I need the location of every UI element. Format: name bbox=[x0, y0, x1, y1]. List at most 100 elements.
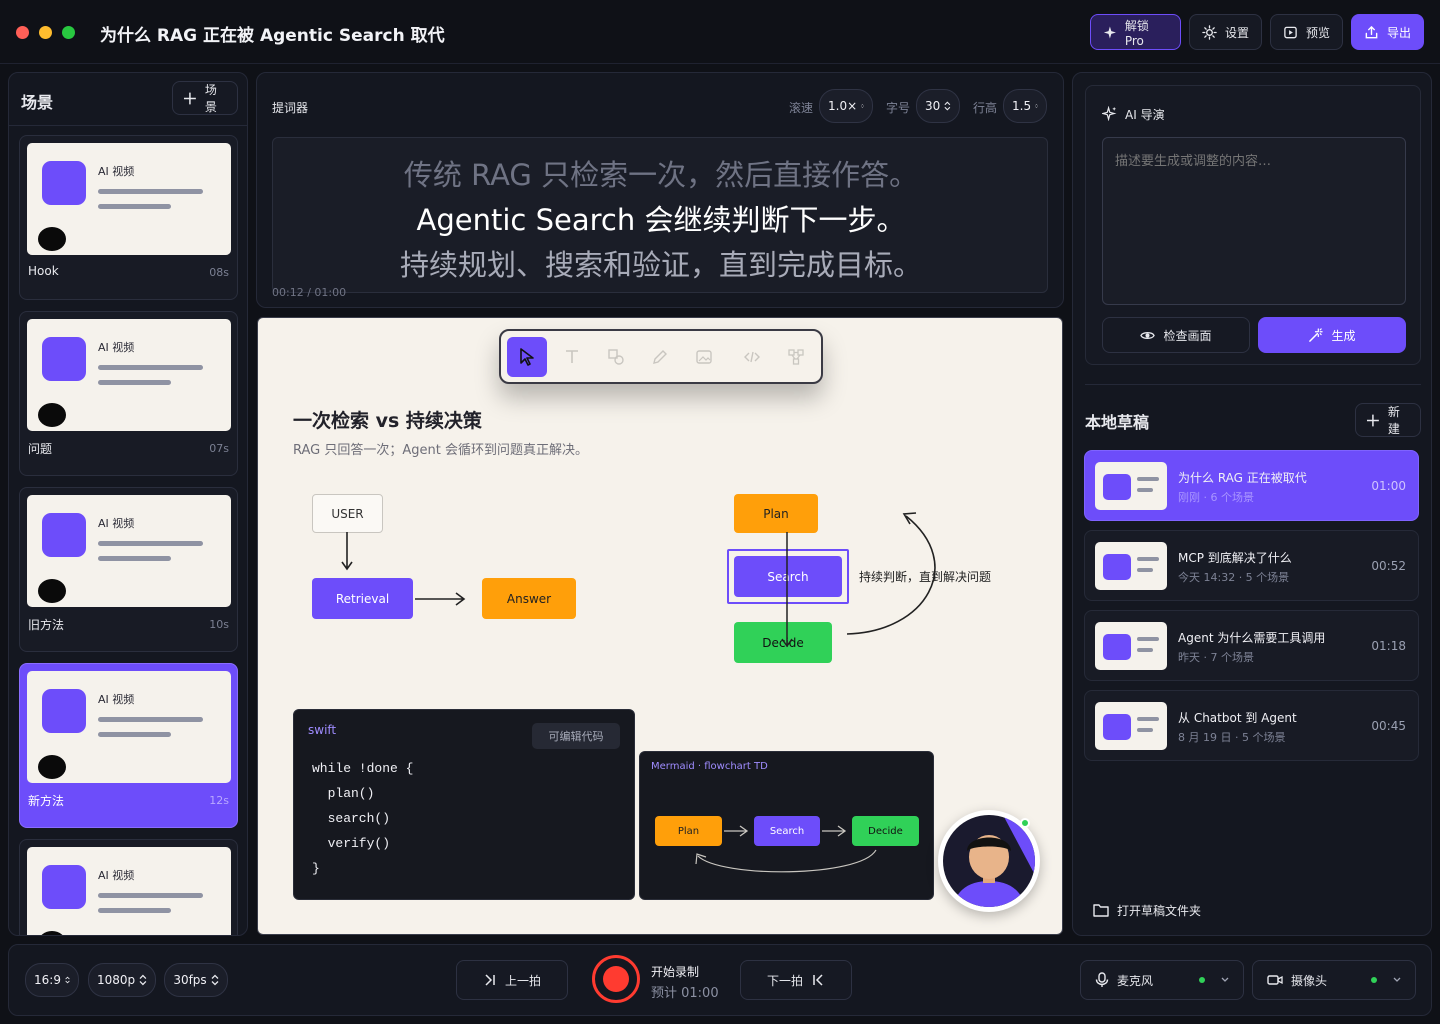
loop-arrow-icon bbox=[846, 512, 936, 635]
avatar bbox=[38, 755, 66, 779]
preview-label: 预览 bbox=[1306, 25, 1331, 40]
stepper-icon bbox=[1035, 104, 1038, 108]
minimize-window-button[interactable] bbox=[39, 26, 52, 39]
thumb-line bbox=[1137, 728, 1153, 732]
play-square-icon bbox=[1284, 26, 1297, 38]
scene-card-problem[interactable]: AI 视频 问题 07s bbox=[19, 311, 238, 476]
shapes-icon[interactable] bbox=[608, 349, 624, 365]
generate-button[interactable]: 生成 bbox=[1258, 317, 1406, 353]
slide-subheading[interactable]: RAG 只回答一次；Agent 会循环到问题真正解决。 bbox=[293, 439, 588, 458]
folder-icon[interactable] bbox=[1093, 903, 1109, 917]
arrow-right-icon bbox=[415, 592, 466, 606]
code-block[interactable]: swift 可编辑代码 while !done { plan() search(… bbox=[293, 709, 635, 900]
scene-card-hook[interactable]: AI 视频 Hook 08s bbox=[19, 135, 238, 300]
skip-back-icon bbox=[813, 974, 823, 986]
camera-status-dot bbox=[1371, 977, 1377, 983]
inspect-frame-label: 检查画面 bbox=[1163, 328, 1212, 343]
maximize-window-button[interactable] bbox=[62, 26, 75, 39]
draft-item[interactable]: Agent 为什么需要工具调用 昨天 · 7 个场景 01:18 bbox=[1084, 610, 1419, 681]
generate-label: 生成 bbox=[1331, 328, 1356, 343]
arrow-down-icon bbox=[341, 532, 353, 571]
unlock-pro-button[interactable]: 解锁 Pro bbox=[1090, 14, 1181, 50]
stepper-icon bbox=[139, 974, 147, 986]
preview-button[interactable]: 预览 bbox=[1270, 14, 1343, 50]
previous-beat-button[interactable]: 上一拍 bbox=[456, 960, 568, 1000]
scene-card-next[interactable]: AI 视频 bbox=[19, 839, 238, 935]
thumb-line bbox=[98, 556, 171, 561]
resolution-select[interactable]: 1080p bbox=[88, 963, 156, 997]
select-tool-button[interactable] bbox=[507, 337, 547, 377]
camera-select[interactable]: 摄像头 bbox=[1252, 960, 1416, 1000]
thumb-line bbox=[98, 908, 171, 913]
settings-button[interactable]: 设置 bbox=[1189, 14, 1262, 50]
diagram-icon[interactable] bbox=[788, 349, 804, 365]
ai-director-title: AI 导演 bbox=[1125, 108, 1165, 122]
thumb-label: AI 视频 bbox=[98, 341, 135, 354]
code-line: verify() bbox=[312, 836, 391, 851]
new-draft-button[interactable]: 新建 bbox=[1355, 403, 1421, 437]
slide-canvas[interactable]: 一次检索 vs 持续决策 RAG 只回答一次；Agent 会循环到问题真正解决。… bbox=[257, 317, 1063, 935]
inspect-frame-button[interactable]: 检查画面 bbox=[1102, 317, 1250, 353]
draft-meta: 8 月 19 日 · 5 个场景 bbox=[1178, 731, 1286, 744]
slide-heading[interactable]: 一次检索 vs 持续决策 bbox=[293, 406, 482, 433]
scene-card-new-method[interactable]: AI 视频 新方法 12s bbox=[19, 663, 238, 828]
add-scene-button[interactable]: 场景 bbox=[172, 81, 238, 115]
thumb-label: AI 视频 bbox=[98, 165, 135, 178]
editable-code-badge[interactable]: 可编辑代码 bbox=[532, 723, 620, 749]
export-button[interactable]: 导出 bbox=[1351, 14, 1424, 50]
draft-item[interactable]: 从 Chatbot 到 Agent 8 月 19 日 · 5 个场景 00:45 bbox=[1084, 690, 1419, 761]
window-title: 为什么 RAG 正在被 Agentic Search 取代 bbox=[100, 26, 445, 46]
resolution-value: 1080p bbox=[97, 973, 136, 987]
draft-item[interactable]: 为什么 RAG 正在被取代 刚刚 · 6 个场景 01:00 bbox=[1084, 450, 1419, 521]
record-button[interactable] bbox=[592, 955, 640, 1003]
speed-stepper[interactable]: 1.0× bbox=[819, 89, 873, 123]
draft-title: 为什么 RAG 正在被取代 bbox=[1178, 471, 1307, 485]
image-icon[interactable] bbox=[696, 349, 712, 365]
code-icon[interactable] bbox=[744, 349, 760, 365]
font-size-stepper[interactable]: 30 bbox=[916, 89, 960, 123]
mermaid-block[interactable]: Mermaid · flowchart TD Plan Search Decid… bbox=[639, 751, 934, 900]
text-icon[interactable] bbox=[564, 349, 580, 365]
pen-icon[interactable] bbox=[652, 349, 668, 365]
draft-item[interactable]: MCP 到底解决了什么 今天 14:32 · 5 个场景 00:52 bbox=[1084, 530, 1419, 601]
thumb-line bbox=[1137, 648, 1153, 652]
retrieval-node[interactable]: Retrieval bbox=[312, 578, 413, 619]
thumb-line bbox=[98, 732, 171, 737]
user-node[interactable]: USER bbox=[312, 494, 383, 533]
ai-director-panel: AI 导演 检查画面 生成 bbox=[1085, 85, 1421, 365]
ai-prompt-input[interactable] bbox=[1102, 137, 1406, 305]
fps-select[interactable]: 30fps bbox=[164, 963, 228, 997]
prompter-title: 提词器 bbox=[272, 101, 309, 115]
next-beat-label: 下一拍 bbox=[766, 973, 803, 988]
thumb-block bbox=[1103, 634, 1131, 660]
close-window-button[interactable] bbox=[16, 26, 29, 39]
scene-card-old-method[interactable]: AI 视频 旧方法 10s bbox=[19, 487, 238, 652]
draft-duration: 01:00 bbox=[1371, 479, 1406, 493]
next-beat-button[interactable]: 下一拍 bbox=[740, 960, 852, 1000]
draft-title: Agent 为什么需要工具调用 bbox=[1178, 631, 1326, 645]
code-content[interactable]: while !done { plan() search() verify()} bbox=[312, 756, 413, 881]
line-height-stepper[interactable]: 1.5 bbox=[1003, 89, 1047, 123]
open-folder-link[interactable]: 打开草稿文件夹 bbox=[1117, 902, 1201, 919]
plan-node[interactable]: Plan bbox=[734, 494, 818, 533]
draft-duration: 00:52 bbox=[1371, 559, 1406, 573]
drafts-title: 本地草稿 bbox=[1085, 413, 1150, 432]
avatar bbox=[38, 403, 66, 427]
previous-beat-label: 上一拍 bbox=[504, 973, 541, 988]
aspect-ratio-select[interactable]: 16:9 bbox=[25, 963, 79, 997]
mermaid-plan-node: Plan bbox=[655, 816, 722, 846]
camera-bubble[interactable] bbox=[938, 810, 1040, 912]
settings-label: 设置 bbox=[1225, 25, 1250, 40]
code-line: while !done { bbox=[312, 761, 414, 776]
scene-duration: 07s bbox=[209, 442, 229, 455]
answer-node[interactable]: Answer bbox=[482, 578, 576, 619]
magic-wand-icon bbox=[1309, 327, 1324, 342]
thumb-label: AI 视频 bbox=[98, 517, 135, 530]
scenes-panel: 场景 场景 AI 视频 Hook 08s AI 视频 问题 07s AI 视频 … bbox=[8, 72, 248, 936]
chevron-down-icon bbox=[1393, 977, 1401, 982]
speed-label: 滚速 bbox=[789, 101, 814, 115]
microphone-select[interactable]: 麦克风 bbox=[1080, 960, 1244, 1000]
upload-icon bbox=[1365, 25, 1378, 38]
font-size-label: 字号 bbox=[886, 101, 911, 115]
prompter-text-area[interactable]: 传统 RAG 只检索一次，然后直接作答。 Agentic Search 会继续判… bbox=[272, 137, 1048, 293]
